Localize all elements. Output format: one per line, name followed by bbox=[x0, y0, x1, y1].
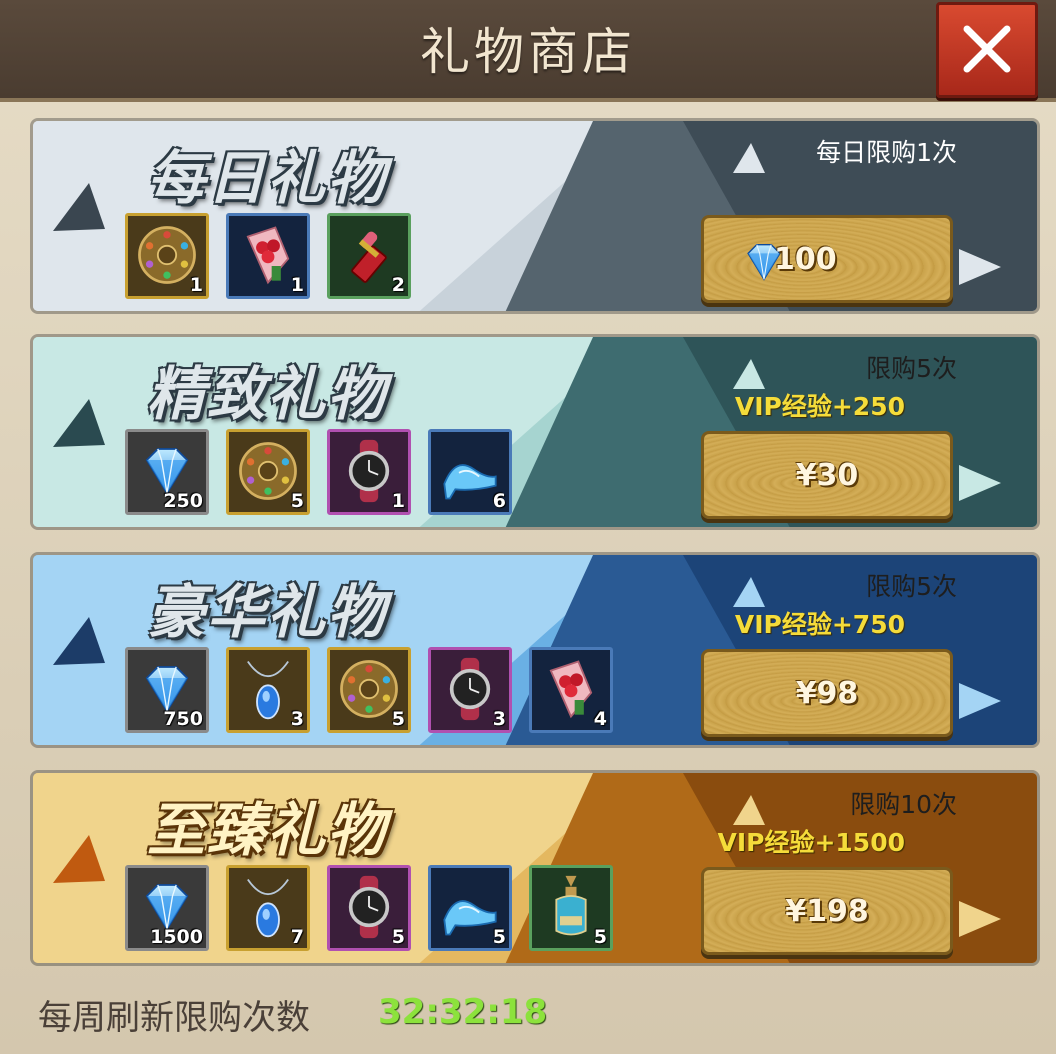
item-count: 5 bbox=[492, 926, 506, 948]
price-label: 100 bbox=[774, 242, 837, 277]
reward-item[interactable]: 5 bbox=[327, 865, 411, 951]
pack-refined-gift: 精致礼物 限购5次 VIP经验+250 250 5 1 6 ¥30 bbox=[30, 334, 1040, 530]
pack-title: 精致礼物 bbox=[147, 360, 388, 428]
triangle-decor-icon bbox=[959, 249, 1001, 285]
reward-item[interactable]: 250 bbox=[125, 429, 209, 515]
triangle-decor-icon bbox=[733, 359, 765, 389]
vip-exp-label: VIP经验+750 bbox=[734, 610, 905, 639]
price-label: ¥198 bbox=[785, 894, 869, 929]
reward-item[interactable]: 3 bbox=[428, 647, 512, 733]
refresh-countdown: 32:32:18 bbox=[378, 992, 548, 1032]
item-count: 5 bbox=[391, 926, 405, 948]
triangle-decor-icon bbox=[959, 465, 1001, 501]
reward-item[interactable]: 1 bbox=[125, 213, 209, 299]
reward-item[interactable]: 1500 bbox=[125, 865, 209, 951]
purchase-limit: 限购5次 bbox=[866, 572, 957, 601]
triangle-decor-icon bbox=[53, 399, 105, 447]
pack-supreme-gift: 至臻礼物 限购10次 VIP经验+1500 1500 7 5 5 5 ¥198 bbox=[30, 770, 1040, 966]
item-count: 3 bbox=[290, 708, 304, 730]
reward-item[interactable]: 1 bbox=[327, 429, 411, 515]
item-count: 4 bbox=[593, 708, 607, 730]
item-count: 5 bbox=[290, 490, 304, 512]
triangle-decor-icon bbox=[733, 795, 765, 825]
pack-title: 每日礼物 bbox=[147, 144, 388, 212]
triangle-decor-icon bbox=[53, 183, 105, 231]
item-count: 250 bbox=[163, 490, 203, 512]
item-count: 5 bbox=[593, 926, 607, 948]
buy-button[interactable]: ¥98 bbox=[701, 649, 953, 737]
item-count: 1500 bbox=[150, 926, 203, 948]
pack-daily-gift: 每日礼物 每日限购1次 1 1 2 100 bbox=[30, 118, 1040, 314]
reward-item[interactable]: 4 bbox=[529, 647, 613, 733]
buy-button[interactable]: ¥30 bbox=[701, 431, 953, 519]
window-title: 礼物商店 bbox=[420, 23, 636, 81]
reward-item[interactable]: 7 bbox=[226, 865, 310, 951]
close-button[interactable] bbox=[936, 2, 1038, 98]
gift-shop-window: 礼物商店 每日礼物 每日限购1次 1 1 2 100 精致礼物 限购5次 VIP… bbox=[0, 0, 1056, 1054]
item-count: 1 bbox=[391, 490, 405, 512]
purchase-limit: 限购5次 bbox=[866, 354, 957, 383]
purchase-limit: 限购10次 bbox=[850, 790, 957, 819]
item-count: 5 bbox=[391, 708, 405, 730]
item-count: 7 bbox=[290, 926, 304, 948]
reward-item[interactable]: 750 bbox=[125, 647, 209, 733]
triangle-decor-icon bbox=[53, 835, 105, 883]
item-count: 3 bbox=[492, 708, 506, 730]
window-header: 礼物商店 bbox=[0, 0, 1056, 102]
triangle-decor-icon bbox=[733, 577, 765, 607]
triangle-decor-icon bbox=[733, 143, 765, 173]
triangle-decor-icon bbox=[959, 901, 1001, 937]
pack-title: 至臻礼物 bbox=[147, 796, 388, 864]
reward-item[interactable]: 5 bbox=[226, 429, 310, 515]
vip-exp-label: VIP经验+250 bbox=[734, 392, 905, 421]
item-count: 2 bbox=[391, 274, 405, 296]
reward-item[interactable]: 5 bbox=[529, 865, 613, 951]
buy-button[interactable]: 100 bbox=[701, 215, 953, 303]
item-count: 1 bbox=[189, 274, 203, 296]
reward-item[interactable]: 5 bbox=[327, 647, 411, 733]
pack-luxury-gift: 豪华礼物 限购5次 VIP经验+750 750 3 5 3 4 ¥98 bbox=[30, 552, 1040, 748]
reward-item[interactable]: 5 bbox=[428, 865, 512, 951]
reward-item[interactable]: 3 bbox=[226, 647, 310, 733]
pack-title: 豪华礼物 bbox=[147, 578, 388, 646]
reward-item[interactable]: 2 bbox=[327, 213, 411, 299]
purchase-limit: 每日限购1次 bbox=[816, 138, 957, 167]
buy-button[interactable]: ¥198 bbox=[701, 867, 953, 955]
weekly-refresh-label: 每周刷新限购次数 bbox=[38, 998, 310, 1038]
triangle-decor-icon bbox=[53, 617, 105, 665]
item-count: 750 bbox=[163, 708, 203, 730]
item-count: 6 bbox=[492, 490, 506, 512]
price-label: ¥98 bbox=[795, 676, 859, 711]
reward-item[interactable]: 1 bbox=[226, 213, 310, 299]
price-label: ¥30 bbox=[795, 458, 859, 493]
item-count: 1 bbox=[290, 274, 304, 296]
close-icon bbox=[963, 25, 1011, 73]
reward-item[interactable]: 6 bbox=[428, 429, 512, 515]
vip-exp-label: VIP经验+1500 bbox=[717, 828, 905, 857]
triangle-decor-icon bbox=[959, 683, 1001, 719]
